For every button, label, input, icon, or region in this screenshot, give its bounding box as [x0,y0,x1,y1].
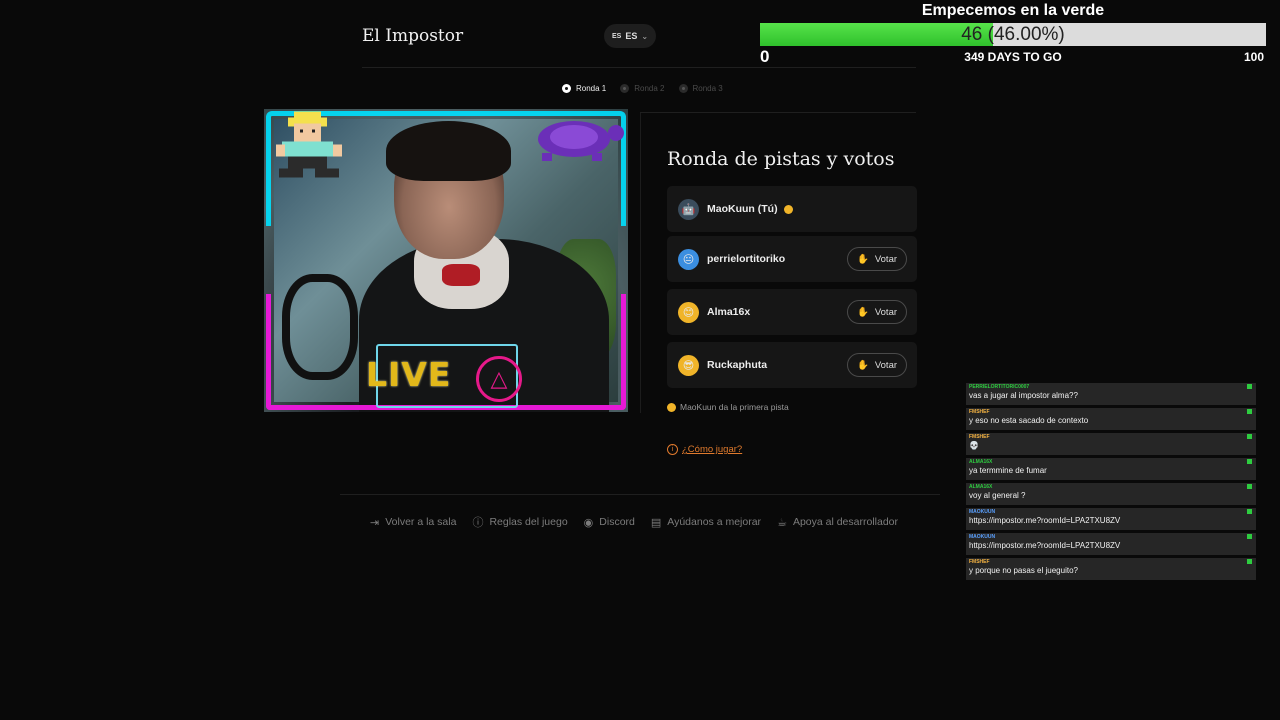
player-row: 😐 perrielortitoriko ✋ Votar [667,236,917,282]
stream-chat: PERRIELORTITORIC0007 vas a jugar al impo… [966,383,1256,583]
pixel-turtle-icon [538,121,624,161]
chat-message: MAOKUUN https://impostor.me?roomId=LPA2T… [966,533,1256,555]
chat-badge-icon [1247,509,1252,514]
chat-username: FMSHEF [969,434,990,440]
chat-message: PERRIELORTITORIC0007 vas a jugar al impo… [966,383,1256,405]
chat-username: ALMA16X [969,459,993,465]
smile-icon: 😊 [678,301,699,323]
chat-message: FMSHEF y eso no esta sacado de contexto [966,408,1256,430]
chat-message: ALMA16X ya termmine de fumar [966,458,1256,480]
chat-text: y eso no esta sacado de contexto [969,416,1089,425]
coffee-icon: ☕ [777,516,787,529]
hand-icon: ✋ [856,359,869,371]
first-clue-badge-icon [783,204,793,214]
webcam-overlay: LIVE △ [264,109,628,412]
step-label: Ronda 2 [634,84,665,93]
flag-icon: ES [611,32,622,40]
header-divider [362,67,916,68]
player-name: Ruckaphuta [707,359,768,371]
exit-icon: ⇥ [370,516,380,529]
vote-label: Votar [874,253,898,265]
chat-text: https://impostor.me?roomId=LPA2TXU8ZV [969,516,1121,525]
chat-badge-icon [1247,459,1252,464]
app-title[interactable]: El Impostor [362,26,463,46]
vote-label: Votar [874,359,898,371]
chat-username: MAOKUUN [969,509,996,515]
chat-username: FMSHEF [969,559,990,565]
chat-message: FMSHEF 💀 [966,433,1256,455]
vote-button[interactable]: ✋ Votar [847,353,907,377]
live-label: LIVE [366,355,452,394]
chat-username: MAOKUUN [969,534,996,540]
info-icon: i [667,444,678,455]
chat-username: FMSHEF [969,409,990,415]
vote-button[interactable]: ✋ Votar [847,247,907,271]
chat-message: MAOKUUN https://impostor.me?roomId=LPA2T… [966,508,1256,530]
play-triangle-icon: △ [476,356,522,402]
footer-link-feedback[interactable]: ▤ Ayúdanos a mejorar [651,514,761,530]
language-code: ES [625,31,638,41]
chat-text: y porque no pasas el jueguito? [969,566,1078,575]
goal-max: 100 [1244,50,1265,64]
goal-days-left: 349 DAYS TO GO [964,50,1062,64]
player-name: MaoKuun (Tú) [707,203,778,215]
discord-icon: ◉ [583,516,594,529]
player-row: 😎 Ruckaphuta ✋ Votar [667,342,917,388]
footer-divider [340,494,940,495]
chat-badge-icon [1247,434,1252,439]
chat-badge-icon [1247,484,1252,489]
footer-links: ⇥ Volver a la sala ⓘ Reglas del juego ◉ … [370,514,898,530]
hand-icon: ✋ [856,253,869,265]
player-name: Alma16x [707,306,751,318]
chat-text: https://impostor.me?roomId=LPA2TXU8ZV [969,541,1121,550]
language-selector[interactable]: ES ES ⌄ [604,24,656,48]
chat-text: ya termmine de fumar [969,466,1047,475]
step-round-2: Ronda 2 [620,84,665,93]
stepper-divider [640,112,916,113]
footer-link-support[interactable]: ☕ Apoya al desarrollador [777,514,898,530]
footer-link-discord[interactable]: ◉ Discord [584,514,635,530]
chat-badge-icon [1247,409,1252,414]
player-name: perrielortitoriko [707,253,786,265]
panel-divider [640,113,641,413]
chat-badge-icon [1247,534,1252,539]
footer-link-back-to-room[interactable]: ⇥ Volver a la sala [370,514,456,530]
how-to-play-link[interactable]: i ¿Cómo jugar? [667,444,742,455]
step-round-3: Ronda 3 [678,84,723,93]
robot-icon: 🤖 [678,198,699,220]
step-round-1: Ronda 1 [562,84,606,93]
chat-message: ALMA16X voy al general ? [966,483,1256,505]
sun-icon [667,402,676,412]
info-icon: ⓘ [472,517,484,529]
chat-text: vas a jugar al impostor alma?? [969,391,1078,400]
feedback-icon: ▤ [650,516,662,529]
chat-message: FMSHEF y porque no pasas el jueguito? [966,558,1256,580]
round-stepper: Ronda 1 Ronda 2 Ronda 3 [562,84,723,93]
first-clue-note: MaoKuun da la primera pista [667,402,789,412]
vote-button[interactable]: ✋ Votar [847,300,907,324]
footer-link-rules[interactable]: ⓘ Reglas del juego [472,514,567,530]
panel-title: Ronda de pistas y votos [667,148,895,170]
pixel-character-icon [276,111,342,178]
chat-text: 💀 [969,441,979,450]
player-row: 🤖 MaoKuun (Tú) [667,186,917,232]
chat-badge-icon [1247,384,1252,389]
goal-title: Empecemos en la verde [921,2,1105,19]
sunglasses-icon: 😎 [678,354,699,376]
player-row: 😊 Alma16x ✋ Votar [667,289,917,335]
goal-progress-text: 46 (46.00%) [961,24,1065,45]
step-dot-icon [562,84,571,93]
step-label: Ronda 1 [576,84,607,93]
hand-icon: ✋ [856,306,869,318]
chevron-down-icon: ⌄ [641,31,649,41]
chat-username: ALMA16X [969,484,993,490]
step-dot-icon [620,84,630,93]
chat-text: voy al general ? [969,491,1026,500]
chat-username: PERRIELORTITORIC0007 [969,384,1030,390]
chat-badge-icon [1247,559,1252,564]
vote-label: Votar [874,306,898,318]
step-label: Ronda 3 [692,84,723,93]
step-dot-icon [678,84,688,93]
face-icon: 😐 [678,248,699,270]
